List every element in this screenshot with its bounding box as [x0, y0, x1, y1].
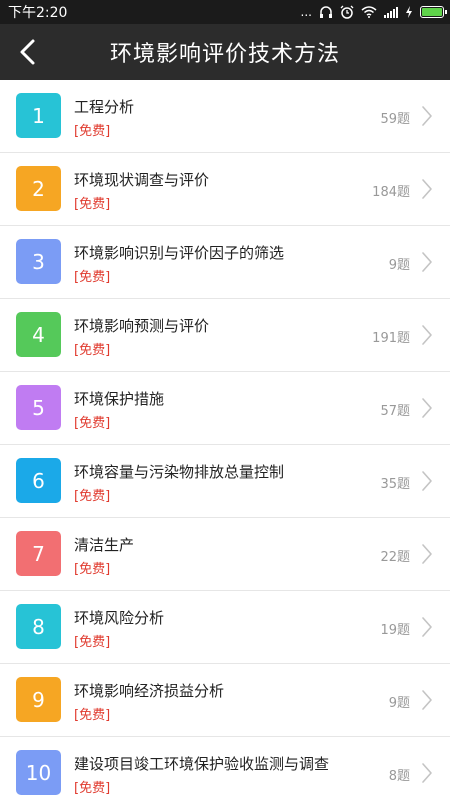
- question-count: 59题: [380, 112, 410, 127]
- chapter-number-badge: 1: [16, 93, 61, 138]
- list-item[interactable]: 3 环境影响识别与评价因子的筛选 [免费] 9题: [0, 226, 450, 299]
- chapter-list: 1 工程分析 [免费] 59题 2 环境现状调查与评价 [免费] 184题 3 …: [0, 80, 450, 800]
- headset-icon: [320, 6, 332, 18]
- more-dots-icon: ...: [300, 5, 312, 19]
- charging-icon: [406, 6, 412, 18]
- chapter-title: 工程分析: [74, 98, 135, 116]
- battery-fill: [422, 8, 442, 16]
- free-tag: [免费]: [74, 708, 111, 723]
- free-tag: [免费]: [74, 635, 111, 650]
- alarm-icon: [340, 5, 354, 19]
- battery-icon: [420, 6, 447, 18]
- question-count: 8题: [388, 769, 410, 784]
- chevron-right-icon: [422, 106, 432, 126]
- chevron-right-icon: [422, 325, 432, 345]
- wifi-icon: [361, 6, 377, 18]
- chapter-title: 环境影响经济损益分析: [74, 682, 225, 700]
- chevron-right-icon: [422, 398, 432, 418]
- list-item[interactable]: 2 环境现状调查与评价 [免费] 184题: [0, 153, 450, 226]
- question-count: 22题: [380, 550, 410, 565]
- chapter-number-badge: 6: [16, 458, 61, 503]
- list-item[interactable]: 6 环境容量与污染物排放总量控制 [免费] 35题: [0, 445, 450, 518]
- status-time: 下午2:20: [8, 5, 68, 21]
- list-item[interactable]: 8 环境风险分析 [免费] 19题: [0, 591, 450, 664]
- chapter-number-badge: 8: [16, 604, 61, 649]
- list-item[interactable]: 5 环境保护措施 [免费] 57题: [0, 372, 450, 445]
- free-tag: [免费]: [74, 270, 111, 285]
- chapter-number-badge: 3: [16, 239, 61, 284]
- chapter-title: 环境现状调查与评价: [74, 171, 210, 189]
- free-tag: [免费]: [74, 781, 111, 796]
- question-count: 9题: [388, 696, 410, 711]
- free-tag: [免费]: [74, 489, 111, 504]
- chapter-title: 环境容量与污染物排放总量控制: [74, 463, 285, 481]
- list-item[interactable]: 1 工程分析 [免费] 59题: [0, 80, 450, 153]
- free-tag: [免费]: [74, 562, 111, 577]
- question-count: 57题: [380, 404, 410, 419]
- chapter-number-badge: 7: [16, 531, 61, 576]
- chevron-right-icon: [422, 690, 432, 710]
- question-count: 184题: [372, 185, 410, 200]
- chapter-title: 环境风险分析: [74, 609, 165, 627]
- free-tag: [免费]: [74, 343, 111, 358]
- chevron-right-icon: [422, 471, 432, 491]
- status-bar: 下午2:20 ...: [0, 0, 450, 24]
- status-icons: ...: [300, 5, 447, 19]
- question-count: 19题: [380, 623, 410, 638]
- chevron-right-icon: [422, 179, 432, 199]
- chapter-title: 环境影响预测与评价: [74, 317, 210, 335]
- chevron-right-icon: [422, 252, 432, 272]
- chevron-left-icon: [20, 39, 35, 65]
- chevron-right-icon: [422, 617, 432, 637]
- back-button[interactable]: [12, 24, 42, 80]
- chapter-number-badge: 5: [16, 385, 61, 430]
- chapter-number-badge: 2: [16, 166, 61, 211]
- chapter-number-badge: 9: [16, 677, 61, 722]
- free-tag: [免费]: [74, 416, 111, 431]
- question-count: 35题: [380, 477, 410, 492]
- free-tag: [免费]: [74, 124, 111, 139]
- chevron-right-icon: [422, 544, 432, 564]
- signal-icon: [384, 6, 398, 18]
- question-count: 191题: [372, 331, 410, 346]
- chapter-title: 环境保护措施: [74, 390, 165, 408]
- chapter-number-badge: 10: [16, 750, 61, 795]
- chevron-right-icon: [422, 763, 432, 783]
- free-tag: [免费]: [74, 197, 111, 212]
- question-count: 9题: [388, 258, 410, 273]
- chapter-title: 建设项目竣工环境保护验收监测与调查: [74, 755, 330, 773]
- page-title: 环境影响评价技术方法: [109, 42, 340, 67]
- chapter-number-badge: 4: [16, 312, 61, 357]
- list-item[interactable]: 4 环境影响预测与评价 [免费] 191题: [0, 299, 450, 372]
- list-item[interactable]: 10 建设项目竣工环境保护验收监测与调查 [免费] 8题: [0, 737, 450, 800]
- chapter-title: 环境影响识别与评价因子的筛选: [74, 244, 285, 262]
- list-item[interactable]: 9 环境影响经济损益分析 [免费] 9题: [0, 664, 450, 737]
- list-item[interactable]: 7 清洁生产 [免费] 22题: [0, 518, 450, 591]
- title-bar: 环境影响评价技术方法: [0, 24, 450, 80]
- chapter-title: 清洁生产: [74, 536, 135, 554]
